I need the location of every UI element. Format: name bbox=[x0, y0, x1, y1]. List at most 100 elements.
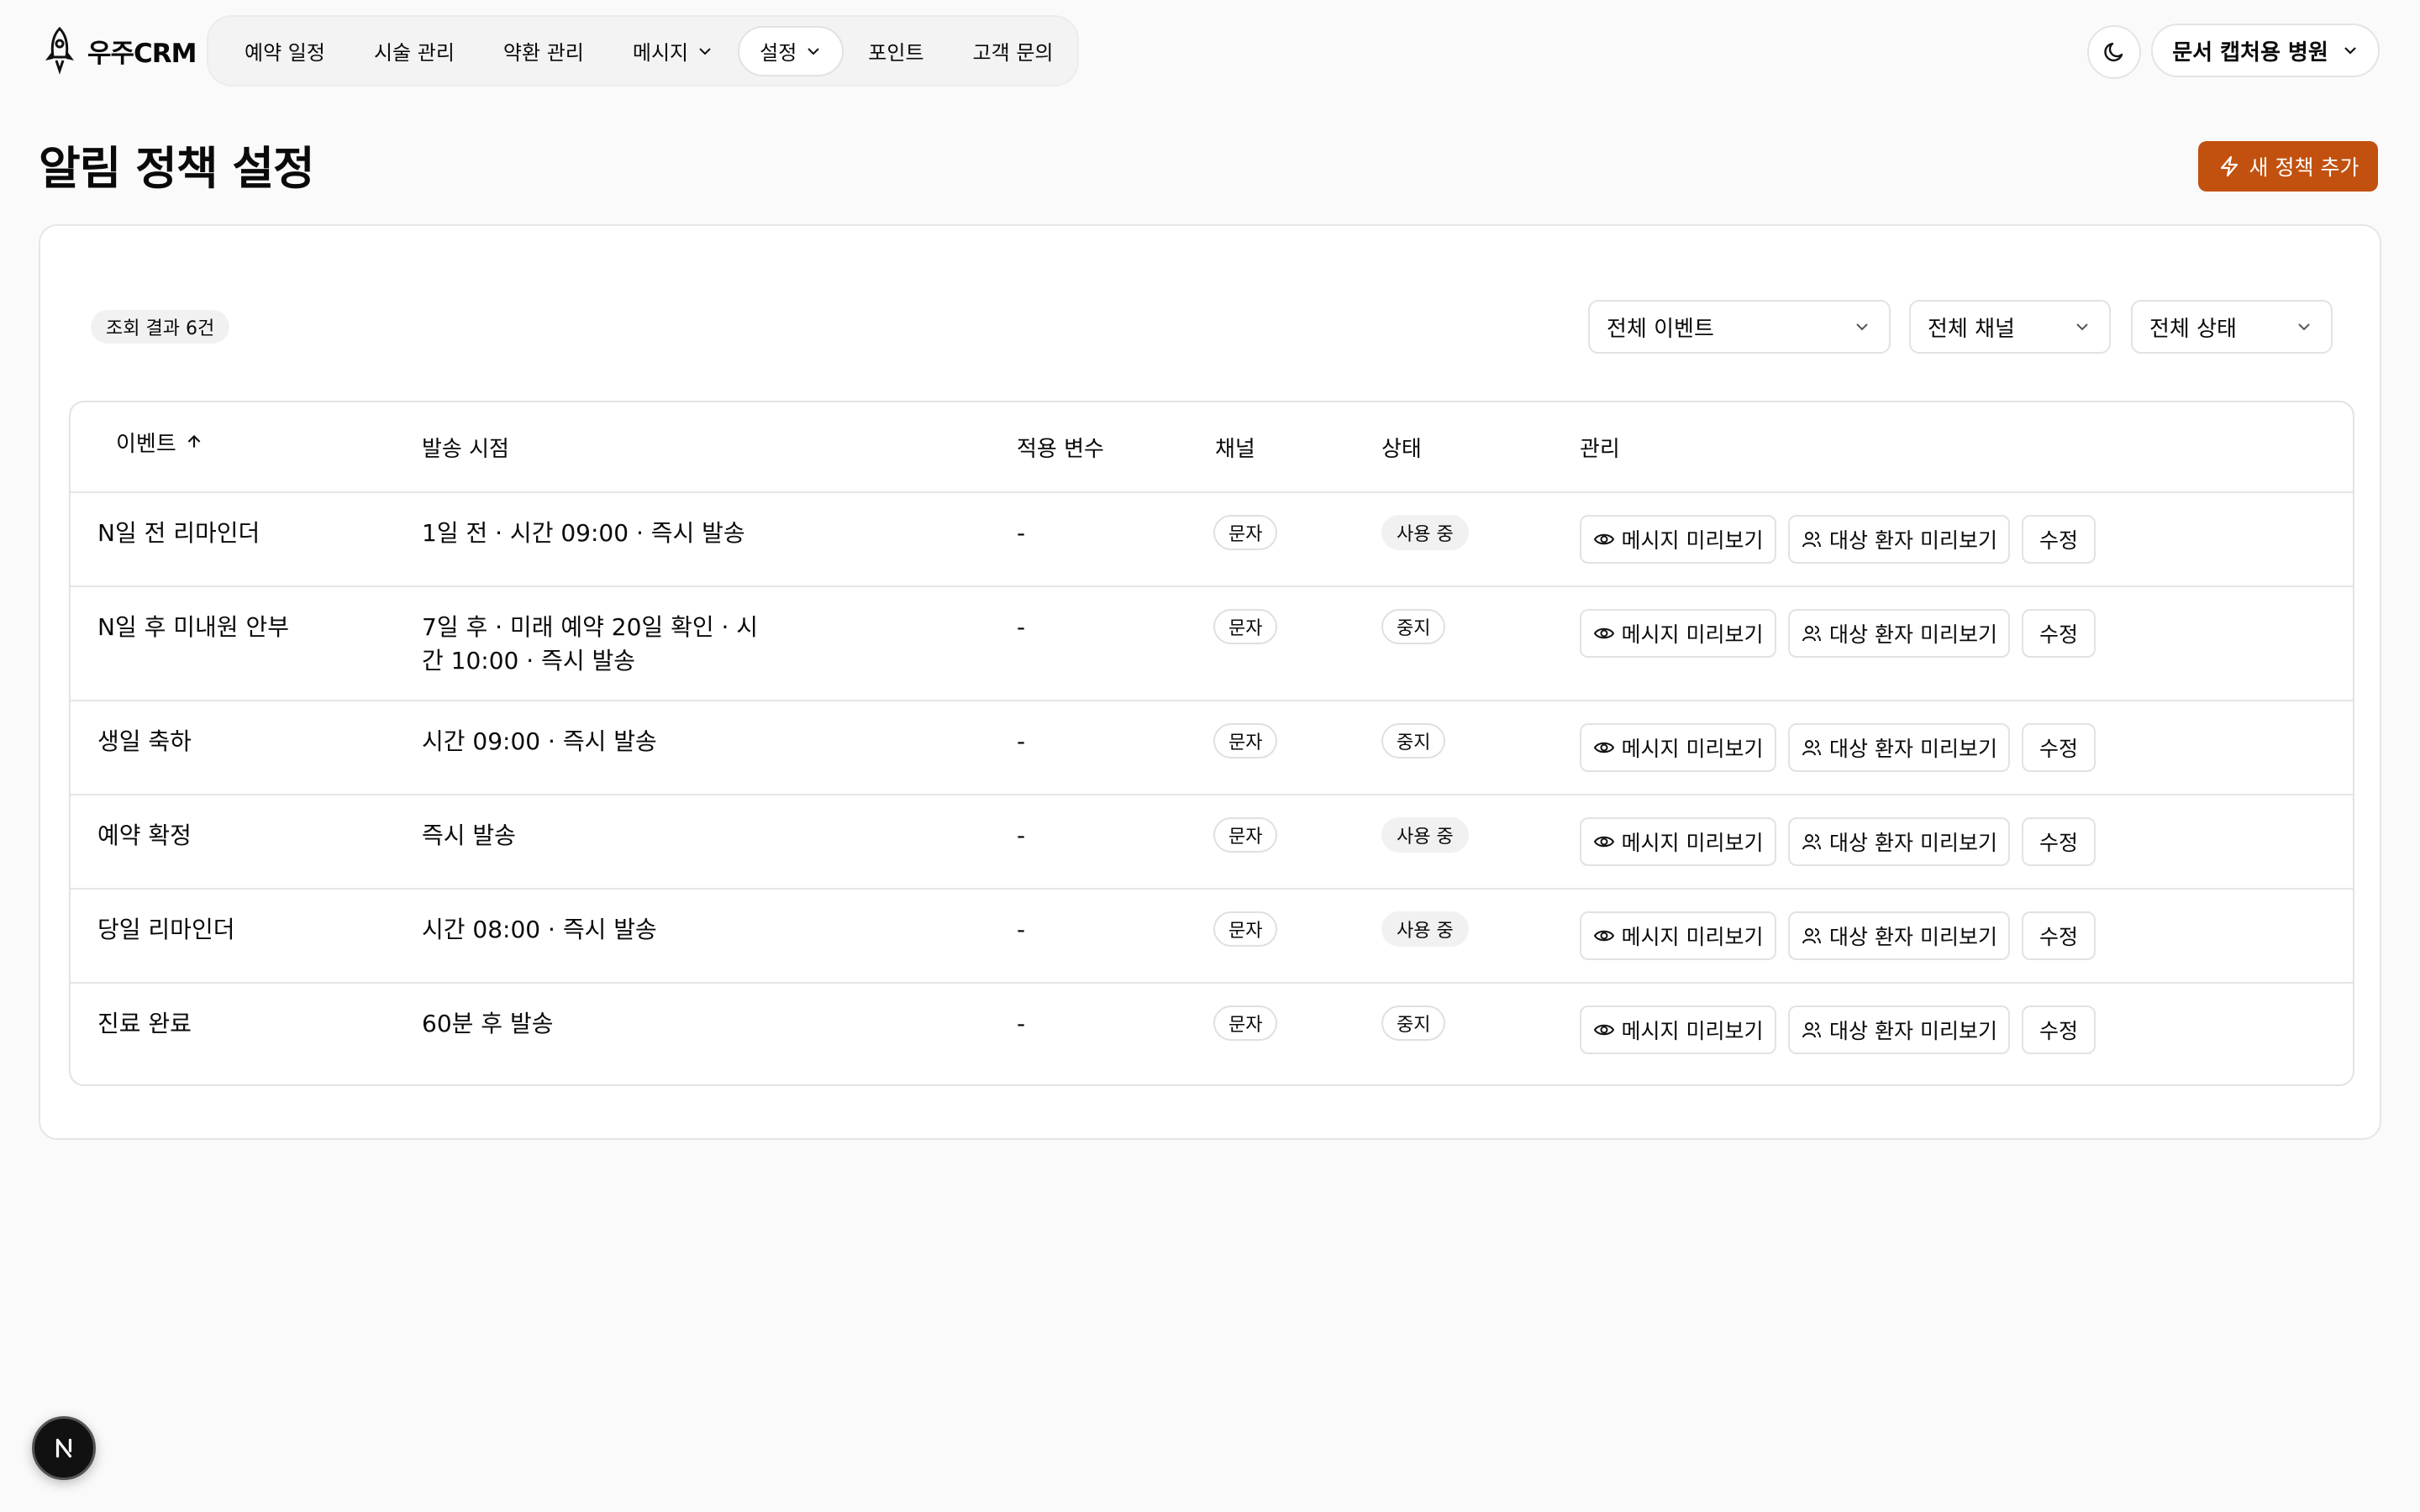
cell-variables: - bbox=[1017, 916, 1026, 943]
patient-preview-button[interactable]: 대상 환자 미리보기 bbox=[1788, 911, 2010, 960]
header-channel: 채널 bbox=[1215, 436, 1255, 462]
edit-button[interactable]: 수정 bbox=[2022, 1005, 2096, 1054]
button-label: 메시지 미리보기 bbox=[1621, 831, 1764, 855]
message-preview-button[interactable]: 메시지 미리보기 bbox=[1580, 723, 1776, 772]
nav-item-messages[interactable]: 메시지 bbox=[608, 26, 738, 76]
button-label: 메시지 미리보기 bbox=[1621, 1019, 1764, 1043]
nav-item-inquiries[interactable]: 고객 문의 bbox=[949, 26, 1078, 76]
add-policy-label: 새 정책 추가 bbox=[2249, 155, 2360, 180]
hospital-selector[interactable]: 문서 캡처용 병원 bbox=[2151, 24, 2380, 77]
cell-timing: 60분 후 발송 bbox=[422, 1010, 554, 1037]
users-icon bbox=[1802, 626, 1822, 642]
add-policy-button[interactable]: 새 정책 추가 bbox=[2198, 141, 2378, 192]
header-event[interactable]: 이벤트 bbox=[116, 402, 203, 486]
status-badge: 중지 bbox=[1381, 609, 1446, 644]
message-preview-button[interactable]: 메시지 미리보기 bbox=[1580, 609, 1776, 658]
table-row: N일 후 미내원 안부 7일 후 · 미래 예약 20일 확인 · 시간 10:0… bbox=[71, 587, 2353, 701]
dev-tools-badge[interactable] bbox=[32, 1416, 96, 1480]
button-label: 수정 bbox=[2039, 925, 2078, 949]
cell-event: 예약 확정 bbox=[97, 822, 192, 849]
button-label: 대상 환자 미리보기 bbox=[1829, 622, 1997, 647]
event-filter-select[interactable]: 전체 이벤트 bbox=[1588, 300, 1891, 354]
table-row: 생일 축하 시간 09:00 · 즉시 발송 - 문자 중지 메시지 미리보기 대상 환자 … bbox=[71, 701, 2353, 795]
nav-item-procedures[interactable]: 시술 관리 bbox=[350, 26, 479, 76]
button-label: 수정 bbox=[2039, 622, 2078, 647]
channel-filter-select[interactable]: 전체 채널 bbox=[1909, 300, 2111, 354]
table-header: 이벤트 발송 시점 적용 변수 채널 상태 관리 bbox=[71, 402, 2353, 493]
chevron-down-icon bbox=[2076, 323, 2088, 331]
nav-item-patients[interactable]: 약환 관리 bbox=[479, 26, 608, 76]
button-label: 대상 환자 미리보기 bbox=[1829, 528, 1997, 553]
app-logo[interactable]: 우주CRM bbox=[39, 24, 197, 77]
status-filter-select[interactable]: 전체 상태 bbox=[2131, 300, 2333, 354]
button-label: 대상 환자 미리보기 bbox=[1829, 925, 1997, 949]
filter-label: 전체 채널 bbox=[1928, 316, 2015, 342]
eye-icon bbox=[1593, 836, 1614, 848]
table-row: 진료 완료 60분 후 발송 - 문자 중지 메시지 미리보기 대상 환자 미리보기 수정 bbox=[71, 984, 2353, 1078]
button-label: 대상 환자 미리보기 bbox=[1829, 831, 1997, 855]
cell-timing: 시간 08:00 · 즉시 발송 bbox=[422, 916, 657, 943]
patient-preview-button[interactable]: 대상 환자 미리보기 bbox=[1788, 723, 2010, 772]
cell-variables: - bbox=[1017, 613, 1026, 641]
nav-item-points[interactable]: 포인트 bbox=[844, 26, 948, 76]
header-variables: 적용 변수 bbox=[1017, 436, 1104, 462]
button-label: 메시지 미리보기 bbox=[1621, 737, 1764, 761]
message-preview-button[interactable]: 메시지 미리보기 bbox=[1580, 515, 1776, 564]
edit-button[interactable]: 수정 bbox=[2022, 515, 2096, 564]
button-label: 대상 환자 미리보기 bbox=[1829, 1019, 1997, 1043]
policy-card: 조회 결과 6건 전체 이벤트 전체 채널 전체 상태 이벤트 발송 시점 적용… bbox=[39, 224, 2381, 1140]
edit-button[interactable]: 수정 bbox=[2022, 911, 2096, 960]
patient-preview-button[interactable]: 대상 환자 미리보기 bbox=[1788, 1005, 2010, 1054]
eye-icon bbox=[1593, 1024, 1614, 1036]
chevron-down-icon bbox=[2344, 47, 2356, 55]
cell-variables: - bbox=[1017, 822, 1026, 849]
result-count-badge: 조회 결과 6건 bbox=[91, 310, 230, 344]
nav-label: 포인트 bbox=[868, 41, 924, 65]
header-status: 상태 bbox=[1381, 436, 1422, 462]
button-label: 수정 bbox=[2039, 1019, 2078, 1043]
logo-text: 우주CRM bbox=[87, 38, 197, 69]
lightning-icon bbox=[2220, 155, 2238, 177]
filter-label: 전체 상태 bbox=[2149, 316, 2237, 342]
header-manage: 관리 bbox=[1580, 436, 1620, 462]
channel-badge: 문자 bbox=[1213, 609, 1278, 644]
cell-timing: 7일 후 · 미래 예약 20일 확인 · 시간 10:00 · 즉시 발송 bbox=[422, 613, 759, 675]
cell-event: N일 전 리마인더 bbox=[97, 519, 260, 547]
status-badge: 중지 bbox=[1381, 1005, 1446, 1041]
moon-icon bbox=[2104, 42, 2123, 62]
nav-label: 시술 관리 bbox=[373, 41, 455, 65]
nav-label: 약환 관리 bbox=[502, 41, 584, 65]
message-preview-button[interactable]: 메시지 미리보기 bbox=[1580, 911, 1776, 960]
button-label: 메시지 미리보기 bbox=[1621, 528, 1764, 553]
n-logo-icon bbox=[55, 1438, 72, 1458]
users-icon bbox=[1802, 740, 1822, 756]
edit-button[interactable]: 수정 bbox=[2022, 609, 2096, 658]
chevron-down-icon bbox=[1856, 323, 1868, 331]
users-icon bbox=[1802, 834, 1822, 850]
status-badge: 사용 중 bbox=[1381, 817, 1469, 853]
nav-label: 예약 일정 bbox=[245, 41, 325, 65]
cell-timing: 시간 09:00 · 즉시 발송 bbox=[422, 727, 657, 755]
top-header: 우주CRM 예약 일정 시술 관리 약환 관리 메시지 설정 포인트 고객 문의… bbox=[0, 0, 2420, 101]
edit-button[interactable]: 수정 bbox=[2022, 817, 2096, 866]
nav-item-settings[interactable]: 설정 bbox=[738, 25, 844, 76]
eye-icon bbox=[1593, 930, 1614, 942]
users-icon bbox=[1802, 928, 1822, 944]
edit-button[interactable]: 수정 bbox=[2022, 723, 2096, 772]
patient-preview-button[interactable]: 대상 환자 미리보기 bbox=[1788, 817, 2010, 866]
patient-preview-button[interactable]: 대상 환자 미리보기 bbox=[1788, 515, 2010, 564]
table-row: 당일 리마인더 시간 08:00 · 즉시 발송 - 문자 사용 중 메시지 미리보기 대상… bbox=[71, 890, 2353, 984]
filter-label: 전체 이벤트 bbox=[1607, 316, 1714, 342]
theme-toggle-button[interactable] bbox=[2087, 25, 2141, 79]
message-preview-button[interactable]: 메시지 미리보기 bbox=[1580, 1005, 1776, 1054]
cell-event: 생일 축하 bbox=[97, 727, 192, 755]
nav-item-appointments[interactable]: 예약 일정 bbox=[220, 26, 350, 76]
table-row: N일 전 리마인더 1일 전 · 시간 09:00 · 즉시 발송 - 문자 사용 중 메… bbox=[71, 493, 2353, 587]
table-body: N일 전 리마인더 1일 전 · 시간 09:00 · 즉시 발송 - 문자 사용 중메… bbox=[71, 493, 2353, 1078]
patient-preview-button[interactable]: 대상 환자 미리보기 bbox=[1788, 609, 2010, 658]
header-timing: 발송 시점 bbox=[422, 436, 509, 462]
message-preview-button[interactable]: 메시지 미리보기 bbox=[1580, 817, 1776, 866]
button-label: 수정 bbox=[2039, 831, 2078, 855]
hospital-name: 문서 캡처용 병원 bbox=[2172, 39, 2328, 66]
nav-label: 메시지 bbox=[632, 41, 689, 65]
